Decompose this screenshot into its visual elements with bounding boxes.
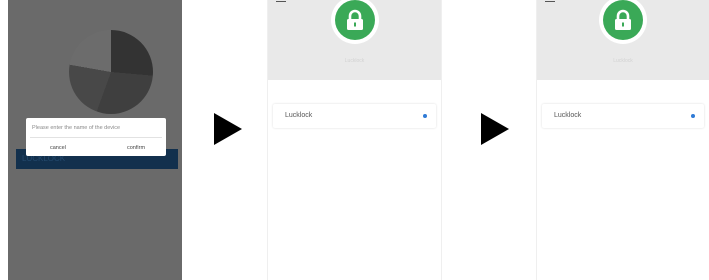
device-sublabel: Lucklock — [613, 58, 633, 64]
hamburger-menu-icon[interactable] — [545, 0, 555, 4]
device-name: Lucklock — [554, 112, 582, 119]
dialog-divider — [30, 137, 162, 138]
lock-button[interactable] — [330, 0, 379, 44]
dialog-prompt[interactable]: Please enter the name of the device — [32, 125, 120, 131]
screen-rename-dialog: LUCKLOCK Please enter the name of the de… — [8, 0, 182, 280]
device-list-item[interactable]: Lucklock — [273, 104, 436, 128]
device-name: Lucklock — [285, 112, 313, 119]
padlock-icon — [346, 9, 363, 30]
lock-button[interactable] — [599, 0, 647, 44]
header: Lucklock — [537, 0, 709, 80]
device-list-item[interactable]: Lucklock — [542, 104, 704, 128]
play-arrow-icon — [214, 113, 242, 145]
cancel-button[interactable]: cancel — [50, 145, 66, 151]
status-dot-icon — [691, 114, 695, 118]
rename-dialog: Please enter the name of the device canc… — [26, 118, 166, 156]
play-arrow-icon — [481, 113, 509, 145]
padlock-icon — [615, 9, 631, 30]
hamburger-menu-icon[interactable] — [276, 0, 286, 4]
device-sublabel: Lucklock — [344, 58, 365, 64]
screen-device-list: Lucklock Lucklock — [536, 0, 709, 280]
screen-device-list: Lucklock Lucklock — [267, 0, 442, 280]
status-dot-icon — [423, 114, 427, 118]
header: Lucklock — [268, 0, 441, 80]
confirm-button[interactable]: confirm — [127, 145, 145, 151]
